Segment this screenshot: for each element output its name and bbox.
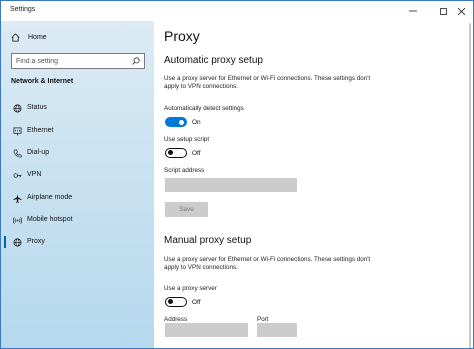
active-indicator xyxy=(4,236,6,248)
toggle-knob xyxy=(179,119,184,125)
minimize-icon xyxy=(409,10,417,12)
detect-settings-state: On xyxy=(192,119,201,126)
search-box[interactable] xyxy=(11,53,145,69)
proxy-port-label: Port xyxy=(257,316,269,323)
automatic-proxy-heading: Automatic proxy setup xyxy=(164,55,263,66)
nav-home[interactable]: Home xyxy=(11,31,47,43)
sidebar-item-vpn[interactable]: VPN xyxy=(1,165,154,185)
minimize-button[interactable] xyxy=(397,1,429,21)
close-icon xyxy=(457,7,465,15)
hotspot-icon xyxy=(12,215,22,225)
use-proxy-label: Use a proxy server xyxy=(164,285,217,292)
sidebar-item-label: Airplane mode xyxy=(27,194,73,201)
sidebar-item-airplane-mode[interactable]: Airplane mode xyxy=(1,188,154,208)
save-button[interactable]: Save xyxy=(165,202,208,217)
setup-script-state: Off xyxy=(192,150,201,157)
detect-settings-label: Automatically detect settings xyxy=(164,105,244,112)
close-button[interactable] xyxy=(445,1,473,21)
setup-script-toggle[interactable] xyxy=(165,148,187,158)
setup-script-label: Use setup script xyxy=(164,136,210,143)
script-address-field[interactable] xyxy=(165,178,297,192)
sidebar-item-label: Mobile hotspot xyxy=(27,216,73,223)
sidebar-item-proxy[interactable]: Proxy xyxy=(1,232,154,252)
automatic-proxy-description: Use a proxy server for Ethernet or Wi-Fi… xyxy=(164,75,371,90)
sidebar-item-label: Dial-up xyxy=(27,149,50,156)
airplane-icon xyxy=(12,193,22,203)
window-title: Settings xyxy=(10,6,36,13)
manual-proxy-description: Use a proxy server for Ethernet or Wi-Fi… xyxy=(164,256,371,271)
search-icon[interactable] xyxy=(132,57,140,65)
ethernet-icon xyxy=(12,126,22,136)
proxy-address-field[interactable] xyxy=(165,323,248,337)
sidebar-item-label: Proxy xyxy=(27,238,45,245)
script-address-label: Script address xyxy=(164,167,205,174)
manual-proxy-heading: Manual proxy setup xyxy=(164,235,252,246)
settings-window: Settings Home Network & Internet Status xyxy=(0,0,474,349)
sidebar-item-label: VPN xyxy=(27,171,42,178)
toggle-knob xyxy=(168,150,173,155)
sidebar-item-dial-up[interactable]: Dial-up xyxy=(1,143,154,163)
phone-icon xyxy=(12,148,22,158)
section-title: Network & Internet xyxy=(11,78,74,85)
scrollbar[interactable] xyxy=(467,21,473,348)
scrollbar-thumb[interactable] xyxy=(469,23,471,348)
proxy-port-field[interactable] xyxy=(257,323,297,337)
globe-icon xyxy=(12,103,22,113)
sidebar: Home Network & Internet Status Ethernet … xyxy=(1,21,154,348)
sidebar-item-ethernet[interactable]: Ethernet xyxy=(1,121,154,141)
sidebar-item-mobile-hotspot[interactable]: Mobile hotspot xyxy=(1,210,154,230)
search-input[interactable] xyxy=(16,54,126,68)
page-title: Proxy xyxy=(164,28,200,44)
vpn-icon xyxy=(12,170,22,180)
main-content: Proxy Automatic proxy setup Use a proxy … xyxy=(154,21,473,348)
detect-settings-toggle[interactable] xyxy=(165,117,187,127)
sidebar-item-status[interactable]: Status xyxy=(1,98,154,118)
nav-home-label: Home xyxy=(28,33,47,41)
globe-icon xyxy=(12,237,22,247)
sidebar-item-label: Status xyxy=(27,104,47,111)
title-bar: Settings xyxy=(1,1,473,21)
use-proxy-state: Off xyxy=(192,299,201,306)
toggle-knob xyxy=(168,299,173,304)
proxy-address-label: Address xyxy=(164,316,188,323)
use-proxy-toggle[interactable] xyxy=(165,297,187,307)
sidebar-item-label: Ethernet xyxy=(27,127,54,134)
home-icon xyxy=(11,32,20,42)
